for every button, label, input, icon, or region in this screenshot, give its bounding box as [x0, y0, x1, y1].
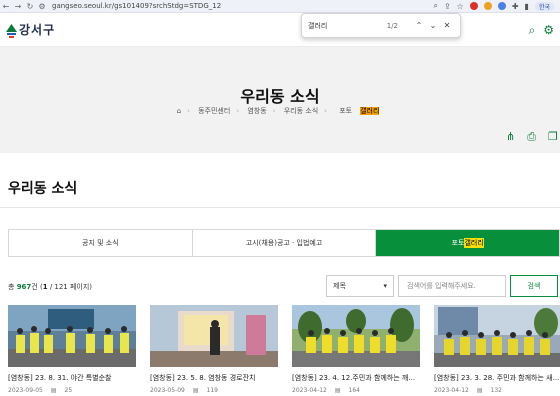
- gallery-card[interactable]: [염창동] 23. 4. 12.주민과 함께하는 깨... 2023-04-12…: [292, 305, 420, 394]
- bookmark-star-icon[interactable]: ☆: [457, 2, 464, 11]
- profile-button[interactable]: 한국: [534, 1, 554, 11]
- breadcrumb-current: 포토 갤러리: [339, 107, 380, 115]
- address-bar[interactable]: gangseo.seoul.kr/gs101409?srchStdg=STDG_…: [52, 2, 433, 10]
- gallery-card-title[interactable]: [염창동] 23. 5. 8. 염창동 경로잔치: [150, 373, 278, 383]
- find-highlight: 갤러리: [464, 238, 484, 248]
- page-title: 우리동 소식: [240, 87, 320, 106]
- breadcrumb-item[interactable]: 동주민센터: [198, 107, 230, 115]
- forward-icon[interactable]: →: [12, 2, 24, 11]
- site-logo[interactable]: 강서구: [6, 21, 55, 38]
- breadcrumb-item[interactable]: 우리동 소식: [284, 107, 318, 115]
- board-tabs: 공지 및 소식 고시(채용)공고 · 입법예고 포토 갤러리: [8, 229, 560, 257]
- result-count: 총 967건 (1 / 121 페이지): [8, 283, 93, 291]
- extension-icon[interactable]: [469, 2, 478, 10]
- find-bar: 갤러리 1/2 ⌃ ⌄ ✕: [301, 13, 461, 38]
- logo-text: 강서구: [19, 23, 56, 37]
- share-icon[interactable]: ⇪: [444, 2, 451, 11]
- breadcrumb-item[interactable]: 염창동: [247, 107, 266, 115]
- site-header: 강서구 ⌕ ⚙: [0, 13, 560, 47]
- gallery-thumbnail[interactable]: [292, 305, 420, 367]
- extension-icon-2[interactable]: [483, 2, 492, 10]
- views-icon: ▤: [476, 387, 483, 394]
- search-field-select[interactable]: 제목 ▾: [326, 275, 394, 297]
- site-info-icon[interactable]: ⚙: [36, 2, 48, 11]
- extensions-puzzle-icon[interactable]: ✚: [512, 2, 519, 11]
- gallery-card[interactable]: [염창동] 23. 8. 31. 야간 특별순찰 2023-09-05 ▤ 25: [8, 305, 136, 394]
- gallery-card-title[interactable]: [염창동] 23. 8. 31. 야간 특별순찰: [8, 373, 136, 383]
- divider: [0, 207, 560, 208]
- gallery-card-title[interactable]: [염창동] 23. 4. 12.주민과 함께하는 깨...: [292, 373, 420, 383]
- find-match-count: 1/2: [386, 21, 398, 30]
- find-page-icon[interactable]: ⌕: [433, 1, 437, 11]
- section-title: 우리동 소식: [8, 181, 78, 197]
- tab-announcements[interactable]: 고시(채용)공고 · 입법예고: [192, 230, 377, 256]
- home-icon[interactable]: ⌂: [177, 107, 181, 115]
- gallery-card-views: 25: [64, 387, 73, 394]
- gallery-card[interactable]: [염창동] 23. 3. 28. 주민과 함께하는 새... 2023-04-1…: [434, 305, 560, 394]
- views-icon: ▤: [50, 387, 57, 394]
- sidebar-icon[interactable]: ▮: [525, 2, 529, 11]
- copy-icon[interactable]: ❐: [548, 130, 558, 144]
- gallery-card-date: 2023-04-12: [434, 387, 469, 394]
- gallery-card-views: 119: [206, 387, 218, 394]
- extension-icon-3[interactable]: [497, 2, 506, 10]
- find-previous-icon[interactable]: ⌃: [412, 21, 426, 30]
- gallery-thumbnail[interactable]: [150, 305, 278, 367]
- gallery-thumbnail[interactable]: [434, 305, 560, 367]
- share-icon[interactable]: ⋔: [506, 130, 515, 144]
- search-icon[interactable]: ⌕: [529, 23, 536, 38]
- tab-notices[interactable]: 공지 및 소식: [9, 230, 193, 256]
- gallery-card-date: 2023-05-09: [150, 387, 185, 394]
- find-next-icon[interactable]: ⌄: [426, 21, 440, 30]
- gallery-card-views: 132: [490, 387, 502, 394]
- gallery-thumbnail[interactable]: [8, 305, 136, 367]
- gallery-card-title[interactable]: [염창동] 23. 3. 28. 주민과 함께하는 새...: [434, 373, 560, 383]
- find-highlight-active: 갤러리: [360, 107, 380, 115]
- views-icon: ▤: [334, 387, 341, 394]
- gallery-card-date: 2023-09-05: [8, 387, 43, 394]
- find-close-icon[interactable]: ✕: [440, 21, 454, 30]
- gallery-card[interactable]: [염창동] 23. 5. 8. 염창동 경로잔치 2023-05-09 ▤ 119: [150, 305, 278, 394]
- find-input[interactable]: 갤러리: [308, 21, 387, 31]
- back-icon[interactable]: ←: [0, 2, 12, 11]
- gallery-card-date: 2023-04-12: [292, 387, 327, 394]
- print-icon[interactable]: ⎙: [527, 130, 536, 144]
- reload-icon[interactable]: ↻: [24, 2, 36, 11]
- gallery-card-views: 164: [348, 387, 360, 394]
- browser-toolbar: ← → ↻ ⚙ gangseo.seoul.kr/gs101409?srchSt…: [0, 0, 560, 13]
- logo-mark-icon: [6, 23, 17, 38]
- search-button[interactable]: 검색: [510, 275, 558, 297]
- photo-gallery: [염창동] 23. 8. 31. 야간 특별순찰 2023-09-05 ▤ 25 […: [8, 305, 560, 394]
- tab-photo-gallery[interactable]: 포토 갤러리: [376, 230, 560, 256]
- menu-icon[interactable]: ⚙: [543, 23, 554, 38]
- search-input[interactable]: 검색어를 입력해주세요.: [398, 275, 506, 297]
- chevron-down-icon: ▾: [383, 282, 387, 290]
- views-icon: ▤: [192, 387, 199, 394]
- breadcrumb: ⌂ › 동주민센터 › 염창동 › 우리동 소식 › 포토 갤러리: [0, 106, 560, 116]
- page-hero: 우리동 소식 ⌂ › 동주민센터 › 염창동 › 우리동 소식 › 포토 갤러리: [0, 47, 560, 153]
- board-search: 제목 ▾ 검색어를 입력해주세요. 검색: [326, 275, 558, 297]
